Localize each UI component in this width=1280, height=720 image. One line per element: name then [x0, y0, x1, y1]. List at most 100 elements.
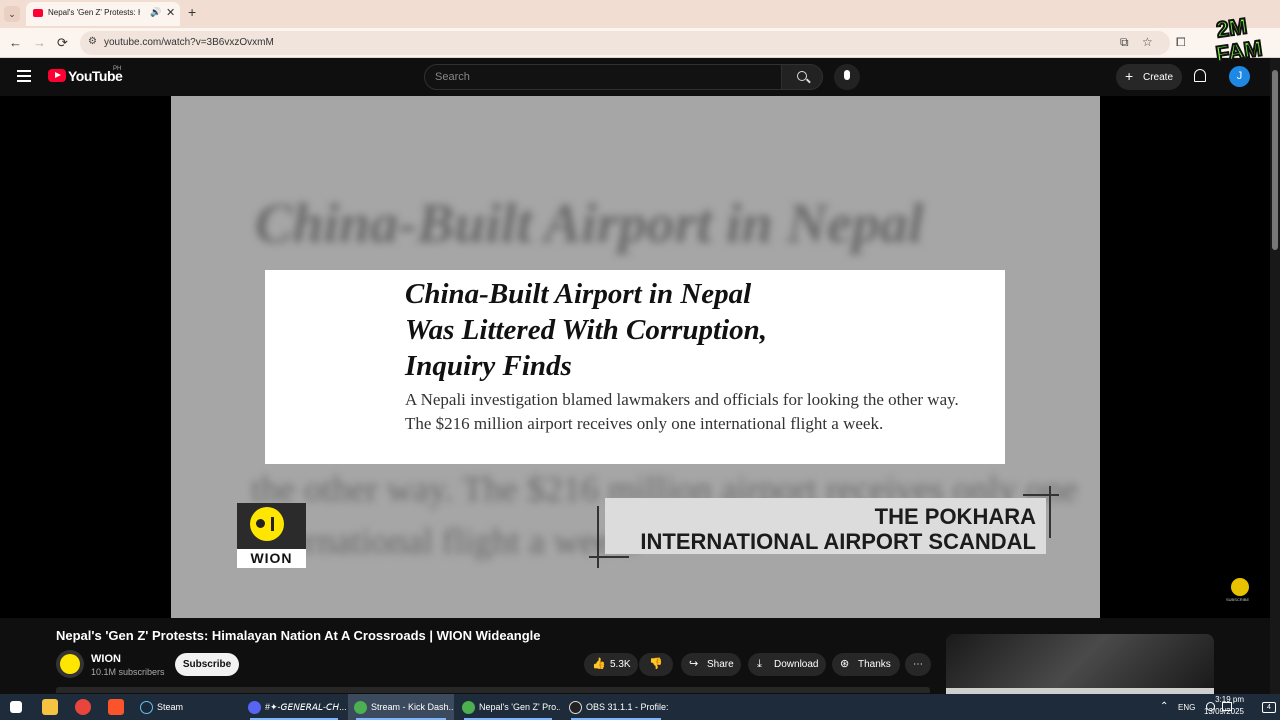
clock-date[interactable]: 13/09/2025	[1200, 707, 1244, 716]
watermark-icon	[1231, 578, 1249, 596]
youtube-favicon-icon	[33, 9, 43, 17]
speaker-icon[interactable]: 🔊	[150, 7, 161, 18]
scroll-thumb[interactable]	[1272, 70, 1278, 250]
taskbar-item-youtube[interactable]: Nepal's 'Gen Z' Pro...	[456, 694, 560, 720]
video-player[interactable]: China-Built Airport in Nepal the other w…	[0, 96, 1270, 618]
share-label: Share	[707, 659, 734, 670]
overlay-logo-line2: FAM	[1214, 35, 1263, 66]
subscribe-watermark[interactable]: SUBSCRIBE	[1226, 578, 1252, 602]
channel-avatar-icon	[60, 654, 80, 674]
discord-icon	[248, 701, 261, 715]
windows-taskbar: Steam #✦-𝘎𝘌𝘕𝘌𝘙𝘈𝘓-𝘊𝘏... Stream - Kick Das…	[0, 694, 1280, 720]
download-icon: ⤓	[757, 658, 762, 670]
language-indicator[interactable]: ENG	[1178, 703, 1195, 712]
notifications-bell-icon[interactable]	[1194, 69, 1206, 82]
taskbar-item-steam[interactable]: Steam	[134, 694, 238, 720]
windows-start-icon[interactable]	[10, 701, 22, 713]
thumbs-up-icon: 👍	[592, 658, 606, 670]
reload-button[interactable]: ⟳	[57, 35, 68, 51]
dislike-button[interactable]: 👎	[639, 653, 673, 676]
card-headline-line: China-Built Airport in Nepal	[405, 278, 752, 310]
clock-time[interactable]: 3:19 pm	[1204, 695, 1244, 704]
card-headline-line: Inquiry Finds	[405, 350, 572, 382]
stream-overlay-logo: 2M FAM	[1213, 12, 1264, 66]
bookmark-star-icon[interactable]: ☆	[1142, 35, 1153, 49]
search-button[interactable]	[781, 64, 823, 90]
background-headline: China-Built Airport in Nepal	[255, 193, 924, 255]
watermark-text: SUBSCRIBE	[1226, 597, 1250, 602]
chrome-icon[interactable]	[75, 699, 91, 715]
taskbar-label: Stream - Kick Dash...	[371, 702, 454, 712]
crosshair-mark	[597, 506, 599, 568]
background-text-2: international flight a week.	[251, 521, 639, 561]
address-bar[interactable]: ⚙ youtube.com/watch?v=3B6vxzOvxmM	[80, 31, 1170, 55]
page-scrollbar[interactable]	[1270, 58, 1280, 694]
channel-name[interactable]: WION	[91, 653, 121, 665]
video-frame[interactable]: China-Built Airport in Nepal the other w…	[171, 96, 1100, 618]
tab-close-icon[interactable]: ✕	[166, 6, 175, 19]
plus-icon: +	[1125, 68, 1134, 84]
thanks-button[interactable]: ⊛ Thanks	[832, 653, 900, 676]
like-button[interactable]: 👍 5.3K	[584, 653, 638, 676]
wion-logo-text: WION	[237, 549, 306, 568]
extensions-icon[interactable]: ⧠	[1176, 35, 1186, 50]
like-count: 5.3K	[610, 659, 631, 670]
youtube-header: YouTube PH Search + Create J	[0, 58, 1270, 96]
new-tab-button[interactable]: +	[188, 4, 196, 20]
brave-icon[interactable]	[108, 699, 124, 715]
thanks-icon: ⊛	[840, 658, 850, 670]
browser-toolbar: ← → ⟳ ⚙ youtube.com/watch?v=3B6vxzOvxmM …	[0, 28, 1280, 58]
steam-icon	[140, 701, 153, 715]
file-explorer-icon[interactable]	[42, 699, 58, 715]
channel-avatar[interactable]	[56, 650, 84, 678]
card-headline-line: Was Littered With Corruption,	[405, 314, 768, 346]
search-input[interactable]: Search	[424, 64, 782, 90]
video-title: Nepal's 'Gen Z' Protests: Himalayan Nati…	[56, 628, 541, 643]
crosshair-mark	[589, 556, 629, 558]
taskbar-item-discord[interactable]: #✦-𝘎𝘌𝘕𝘌𝘙𝘈𝘓-𝘊𝘏...	[242, 694, 346, 720]
share-button[interactable]: ↪ Share	[681, 653, 741, 676]
lower-third-line1: THE POKHARA	[874, 504, 1036, 529]
browser-tab-bar: ⌄ Nepal's 'Gen Z' Protests: Him 🔊 ✕ +	[0, 0, 1280, 28]
hamburger-menu-icon[interactable]	[17, 70, 31, 82]
account-avatar[interactable]: J	[1229, 66, 1250, 87]
voice-search-button[interactable]	[834, 64, 860, 90]
forward-button[interactable]: →	[33, 35, 46, 50]
create-button[interactable]: + Create	[1116, 64, 1182, 90]
taskbar-label: Nepal's 'Gen Z' Pro...	[479, 702, 560, 712]
search-placeholder: Search	[435, 71, 470, 83]
related-video-thumbnail[interactable]	[946, 634, 1214, 694]
install-icon[interactable]: ⧉	[1120, 35, 1129, 50]
taskbar-item-kick[interactable]: Stream - Kick Dash...	[348, 694, 454, 720]
notifications-badge[interactable]: 4	[1262, 702, 1276, 713]
tray-expand-icon[interactable]: ⌃	[1160, 701, 1168, 712]
card-headline: China-Built Airport in Nepal Was Littere…	[405, 276, 965, 384]
microphone-icon	[844, 70, 850, 80]
subscriber-count: 10.1M subscribers	[91, 667, 165, 677]
youtube-logo-icon[interactable]	[48, 69, 66, 82]
share-icon: ↪	[689, 658, 699, 670]
lower-third-line2: INTERNATIONAL AIRPORT SCANDAL	[640, 529, 1036, 554]
card-dek: A Nepali investigation blamed lawmakers …	[405, 390, 959, 433]
news-headline-card: China-Built Airport in Nepal Was Littere…	[265, 270, 1005, 464]
taskbar-label: OBS 31.1.1 - Profile:...	[586, 702, 669, 712]
taskbar-label: #✦-𝘎𝘌𝘕𝘌𝘙𝘈𝘓-𝘊𝘏...	[265, 702, 346, 712]
site-info-icon[interactable]: ⚙	[88, 36, 97, 47]
wion-logo-icon	[250, 507, 284, 541]
subscribe-button[interactable]: Subscribe	[175, 653, 239, 676]
taskbar-label: Steam	[157, 702, 184, 712]
lower-third-banner: THE POKHARA INTERNATIONAL AIRPORT SCANDA…	[605, 498, 1046, 554]
more-actions-button[interactable]: ⋯	[905, 653, 931, 676]
download-button[interactable]: ⤓ Download	[748, 653, 826, 676]
country-code: PH	[113, 66, 122, 72]
taskbar-item-obs[interactable]: OBS 31.1.1 - Profile:...	[563, 694, 669, 720]
chrome-icon	[462, 701, 475, 715]
tab-search-dropdown[interactable]: ⌄	[4, 6, 20, 22]
tab-title: Nepal's 'Gen Z' Protests: Him	[48, 8, 140, 17]
back-button[interactable]: ←	[9, 35, 22, 50]
url-text: youtube.com/watch?v=3B6vxzOvxmM	[104, 37, 274, 48]
browser-tab-active[interactable]: Nepal's 'Gen Z' Protests: Him 🔊 ✕	[26, 2, 180, 26]
obs-icon	[569, 701, 582, 715]
description-box[interactable]	[56, 687, 930, 693]
search-icon	[797, 71, 807, 81]
